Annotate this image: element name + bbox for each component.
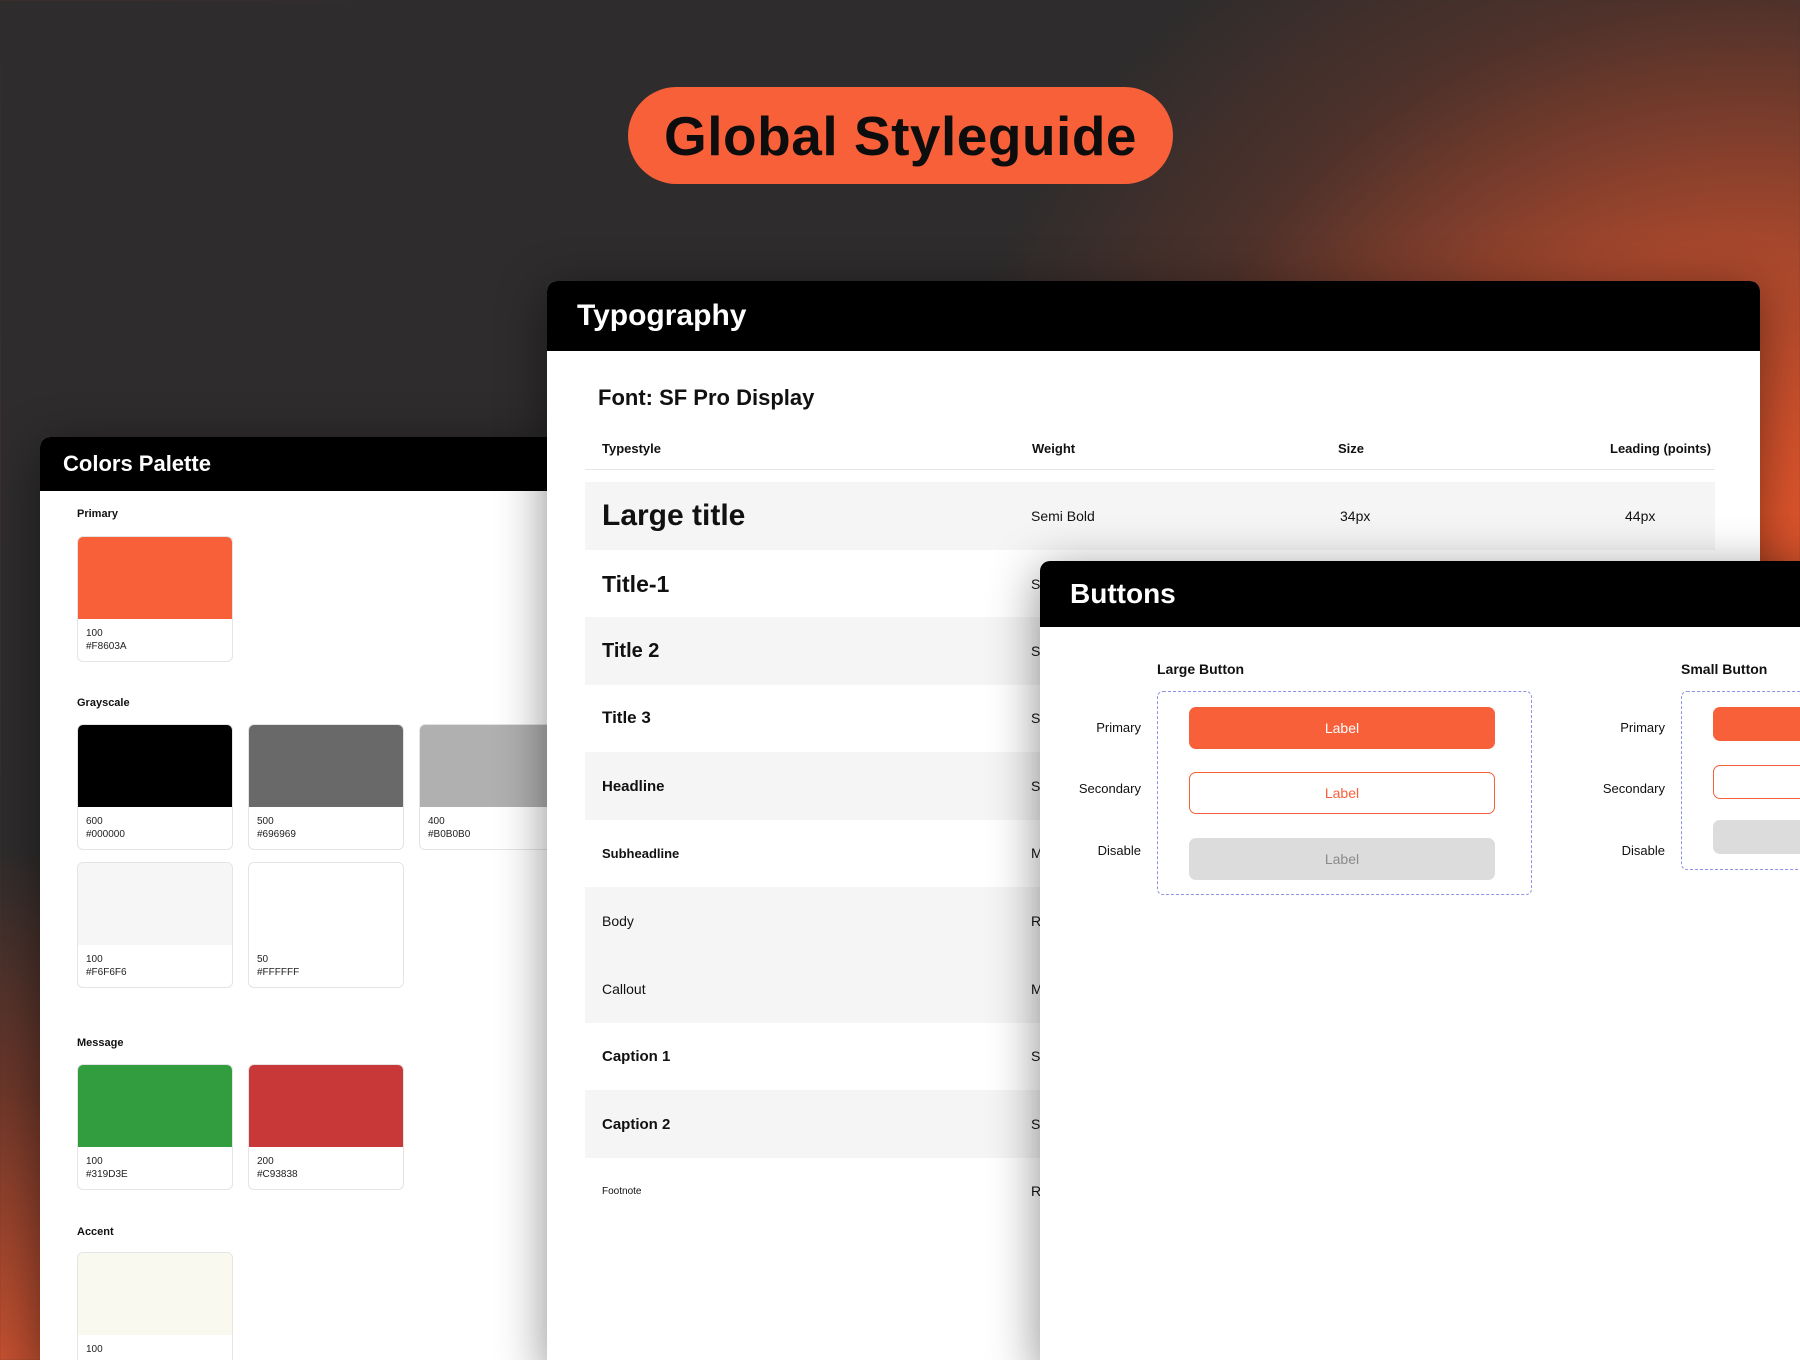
swatch-hex: #000000 — [86, 829, 125, 840]
swatch-shade: 500 — [257, 816, 274, 827]
secondary-large-button[interactable]: Label — [1189, 772, 1495, 814]
typography-title: Typography — [577, 299, 747, 332]
typestyle-name: Callout — [602, 981, 646, 997]
disabled-small-button[interactable] — [1713, 820, 1800, 854]
typestyle-name: Title 2 — [602, 639, 660, 662]
swatch-message-100[interactable]: 100 #319D3E — [77, 1064, 233, 1190]
swatch-chip — [249, 863, 403, 945]
accent-section-label: Accent — [77, 1226, 114, 1238]
column-header-typestyle: Typestyle — [602, 441, 662, 456]
column-header-weight: Weight — [1032, 441, 1076, 456]
message-section-label: Message — [77, 1037, 124, 1049]
row-label-secondary: Secondary — [1078, 781, 1141, 796]
swatch-shade: 100 — [86, 1344, 103, 1355]
row-label-disable: Disable — [1097, 843, 1141, 858]
typestyle-name: Subheadline — [602, 845, 680, 861]
row-label-primary: Primary — [1096, 720, 1141, 735]
typestyle-size: 34px — [1340, 508, 1371, 524]
font-family-label: Font: SF Pro Display — [598, 385, 815, 410]
typestyle-name: Caption 2 — [602, 1115, 671, 1133]
swatch-primary-100[interactable]: 100 #F8603A — [77, 536, 233, 662]
buttons-header: Buttons — [1040, 561, 1800, 627]
swatch-hex: #C93838 — [257, 1169, 298, 1180]
table-row: Large title Semi Bold 34px 44px — [585, 482, 1715, 550]
typestyle-weight: S — [1031, 778, 1041, 794]
swatch-shade: 100 — [86, 1156, 103, 1167]
swatch-shade: 400 — [428, 816, 445, 827]
typestyle-weight: Semi Bold — [1031, 508, 1095, 524]
swatch-chip — [78, 725, 232, 807]
secondary-small-button[interactable] — [1713, 765, 1800, 799]
swatch-shade: 50 — [257, 954, 269, 965]
typestyle-name: Headline — [602, 777, 665, 795]
colors-palette-header: Colors Palette — [40, 437, 560, 491]
swatch-accent-100[interactable]: 100 — [77, 1252, 233, 1360]
swatch-hex: #B0B0B0 — [428, 829, 471, 840]
typestyle-weight: S — [1031, 576, 1041, 592]
typestyle-name: Body — [602, 913, 634, 929]
typestyle-name: Large title — [602, 499, 746, 532]
typestyle-name: Footnote — [602, 1185, 642, 1197]
buttons-panel: Buttons Large Button Primary Secondary D… — [1040, 561, 1800, 1360]
swatch-chip — [78, 537, 232, 619]
colors-palette-title: Colors Palette — [63, 451, 211, 476]
swatch-grayscale-600[interactable]: 600 #000000 — [77, 724, 233, 850]
primary-section-label: Primary — [77, 508, 118, 520]
styleguide-title-pill: Global Styleguide — [628, 87, 1173, 184]
swatch-hex: #319D3E — [86, 1169, 128, 1180]
column-header-size: Size — [1338, 441, 1365, 456]
typestyle-weight: S — [1031, 643, 1041, 659]
styleguide-title: Global Styleguide — [663, 104, 1138, 167]
typography-header: Typography — [547, 281, 1760, 351]
header-divider — [585, 469, 1715, 470]
colors-palette-panel: Colors Palette Primary 100 #F8603A Grays… — [40, 437, 560, 1360]
swatch-hex: #FFFFFF — [257, 967, 300, 978]
swatch-chip — [78, 863, 232, 945]
swatch-shade: 100 — [86, 954, 103, 965]
swatch-grayscale-100[interactable]: 100 #F6F6F6 — [77, 862, 233, 988]
primary-large-button[interactable]: Label — [1189, 707, 1495, 749]
small-row-label-disable: Disable — [1621, 843, 1665, 858]
primary-small-button[interactable] — [1713, 707, 1800, 741]
grayscale-section-label: Grayscale — [77, 697, 130, 709]
swatch-chip — [249, 725, 403, 807]
typestyle-name: Title 3 — [602, 708, 651, 727]
swatch-hex: #F6F6F6 — [86, 967, 127, 978]
typestyle-name: Caption 1 — [602, 1047, 671, 1065]
swatch-chip — [420, 725, 560, 807]
swatch-grayscale-50[interactable]: 50 #FFFFFF — [248, 862, 404, 988]
swatch-grayscale-400[interactable]: 400 #B0B0B0 — [419, 724, 560, 850]
swatch-grayscale-500[interactable]: 500 #696969 — [248, 724, 404, 850]
swatch-shade: 100 — [86, 628, 103, 639]
typestyle-name: Title-1 — [602, 570, 670, 597]
column-header-leading: Leading (points) — [1610, 441, 1712, 456]
large-button-title: Large Button — [1157, 661, 1245, 677]
typestyle-weight: S — [1031, 1116, 1041, 1132]
swatch-shade: 200 — [257, 1156, 274, 1167]
swatch-shade: 600 — [86, 816, 103, 827]
small-row-label-primary: Primary — [1620, 720, 1665, 735]
swatch-chip — [249, 1065, 403, 1147]
typestyle-leading: 44px — [1625, 508, 1656, 524]
swatch-hex: #696969 — [257, 829, 296, 840]
small-row-label-secondary: Secondary — [1602, 781, 1665, 796]
swatch-chip — [78, 1065, 232, 1147]
swatch-chip — [78, 1253, 232, 1335]
disabled-large-button[interactable]: Label — [1189, 838, 1495, 880]
typestyle-weight: S — [1031, 710, 1041, 726]
swatch-message-200[interactable]: 200 #C93838 — [248, 1064, 404, 1190]
buttons-title: Buttons — [1070, 578, 1176, 609]
small-button-title: Small Button — [1681, 661, 1768, 677]
typestyle-weight: S — [1031, 1048, 1041, 1064]
swatch-hex: #F8603A — [86, 641, 127, 652]
